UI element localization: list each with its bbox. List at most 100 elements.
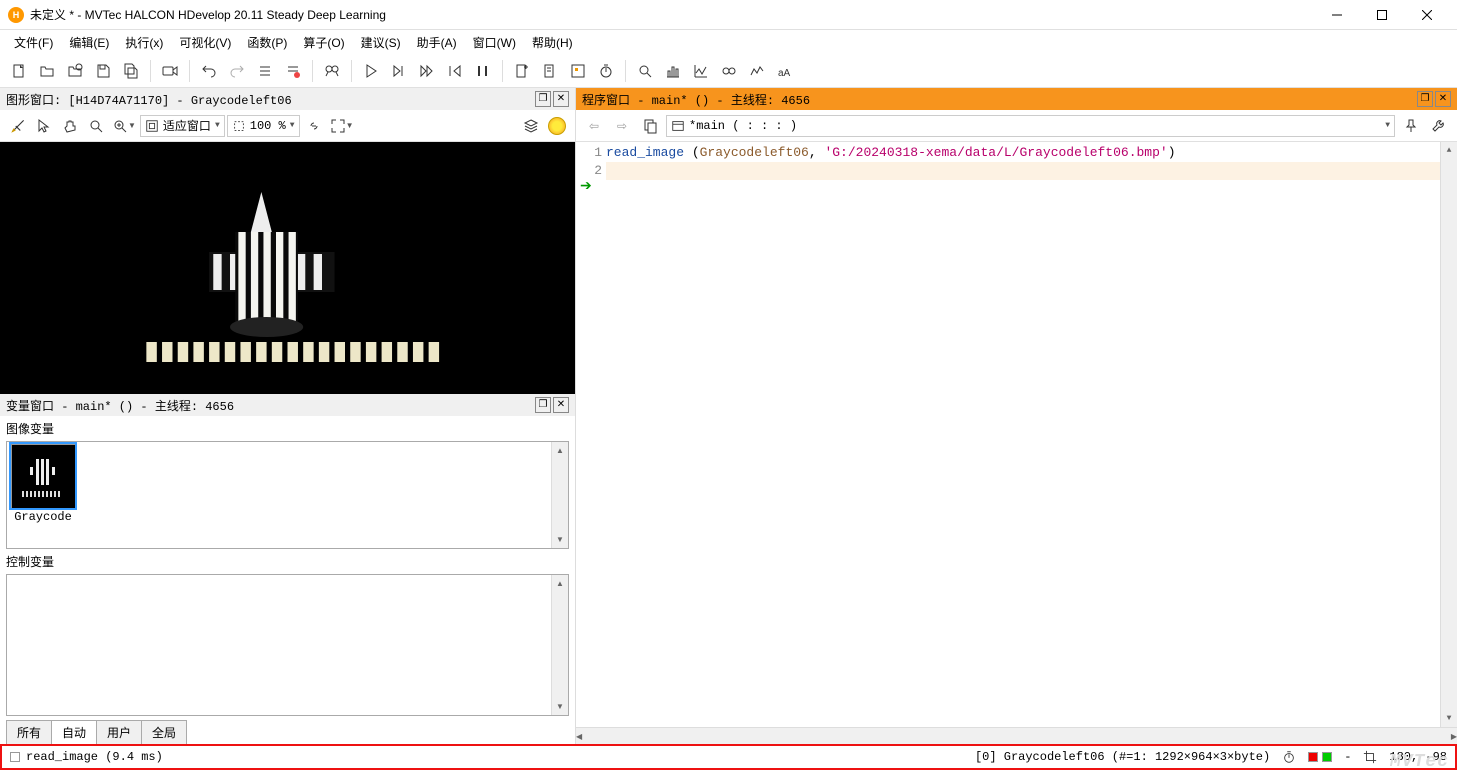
pin-icon[interactable] [1399, 114, 1423, 138]
tab-user[interactable]: 用户 [96, 720, 142, 744]
statusbar: read_image (9.4 ms) [0] Graycodeleft06 (… [0, 744, 1457, 770]
nav-back-icon[interactable]: ⇦ [582, 114, 606, 138]
titlebar: H 未定义 * - MVTec HALCON HDevelop 20.11 St… [0, 0, 1457, 30]
save-icon[interactable] [90, 58, 116, 84]
timer-icon[interactable] [593, 58, 619, 84]
menu-edit[interactable]: 编辑(E) [63, 32, 115, 53]
wrench-icon[interactable] [1427, 114, 1451, 138]
list-check-icon[interactable] [280, 58, 306, 84]
main-area: 图形窗口: [H14D74A71170] - Graycodeleft06 ❐ … [0, 88, 1457, 744]
menu-window[interactable]: 窗口(W) [467, 32, 522, 53]
save-all-icon[interactable] [118, 58, 144, 84]
menu-exec[interactable]: 执行(x) [119, 32, 169, 53]
nav-fwd-icon[interactable]: ⇨ [610, 114, 634, 138]
image-view[interactable] [0, 142, 575, 394]
status-color-icon [1308, 752, 1332, 762]
menu-suggest[interactable]: 建议(S) [355, 32, 407, 53]
line-gutter: 12 [576, 142, 606, 727]
image-vars-box: Graycode ▲▼ [6, 441, 569, 549]
menu-operator[interactable]: 算子(O) [297, 32, 350, 53]
menu-func[interactable]: 函数(P) [241, 32, 293, 53]
program-close-icon[interactable]: ✕ [1435, 91, 1451, 107]
open-icon[interactable] [34, 58, 60, 84]
menu-help[interactable]: 帮助(H) [526, 32, 579, 53]
copy-icon[interactable] [638, 114, 662, 138]
svg-text:aA: aA [778, 68, 791, 79]
code-editor[interactable]: ➔ 12 read_image (Graycodeleft06, 'G:/202… [576, 142, 1457, 727]
ctrl-vars-scrollbar[interactable]: ▲▼ [551, 575, 568, 715]
program-panel-title: 程序窗口 - main* () - 主线程: 4656 ❐ ✕ [576, 88, 1457, 110]
variable-restore-icon[interactable]: ❐ [535, 397, 551, 413]
zoom-tool-icon[interactable] [84, 114, 108, 138]
step-into-icon[interactable] [414, 58, 440, 84]
var-thumb-name: Graycode [9, 510, 77, 524]
pan-icon[interactable] [58, 114, 82, 138]
tab-all[interactable]: 所有 [6, 720, 52, 744]
tab-auto[interactable]: 自动 [51, 720, 97, 744]
tab-global[interactable]: 全局 [141, 720, 187, 744]
text-icon[interactable]: aA [772, 58, 798, 84]
status-image-info: [0] Graycodeleft06 (#=1: 1292×964×3×byte… [975, 750, 1270, 764]
code-scrollbar-v[interactable]: ▲▼ [1440, 142, 1457, 727]
fullscreen-icon[interactable]: ▼ [328, 114, 356, 138]
list-icon[interactable] [252, 58, 278, 84]
image-vars-scrollbar[interactable]: ▲▼ [551, 442, 568, 548]
code-line-2[interactable] [606, 162, 1440, 180]
program-title-text: 程序窗口 - main* () - 主线程: 4656 [582, 91, 1415, 108]
status-exec: read_image (9.4 ms) [26, 750, 163, 764]
layers-icon[interactable] [519, 114, 543, 138]
bulb-icon[interactable] [545, 114, 569, 138]
histogram-icon[interactable] [660, 58, 686, 84]
maximize-button[interactable] [1359, 1, 1404, 29]
menubar: 文件(F) 编辑(E) 执行(x) 可视化(V) 函数(P) 算子(O) 建议(… [0, 30, 1457, 54]
ctrl-vars-label: 控制变量 [0, 549, 575, 574]
code-lines[interactable]: read_image (Graycodeleft06, 'G:/20240318… [606, 142, 1440, 727]
new-proc-icon[interactable] [509, 58, 535, 84]
status-timer-icon [1282, 750, 1296, 764]
pointer-icon[interactable] [32, 114, 56, 138]
record-icon[interactable] [157, 58, 183, 84]
settings-icon[interactable] [565, 58, 591, 84]
link-icon[interactable] [302, 114, 326, 138]
find-icon[interactable] [319, 58, 345, 84]
clear-icon[interactable] [6, 114, 30, 138]
status-crop-icon [1363, 750, 1377, 764]
code-line-1[interactable]: read_image (Graycodeleft06, 'G:/20240318… [606, 144, 1440, 162]
graphics-restore-icon[interactable]: ❐ [535, 91, 551, 107]
run-icon[interactable] [358, 58, 384, 84]
fit-window-select[interactable]: 适应窗口▼ [140, 115, 225, 137]
step-over-icon[interactable] [386, 58, 412, 84]
main-toolbar: aA [0, 54, 1457, 88]
stop-icon[interactable] [470, 58, 496, 84]
new-icon[interactable] [6, 58, 32, 84]
step-out-icon[interactable] [442, 58, 468, 84]
minimize-button[interactable] [1314, 1, 1359, 29]
var-thumb[interactable]: Graycode [7, 442, 79, 526]
close-button[interactable] [1404, 1, 1449, 29]
menu-file[interactable]: 文件(F) [8, 32, 59, 53]
var-thumb-image [11, 444, 75, 508]
zoom-value-select[interactable]: 100 %▼ [227, 115, 300, 137]
procedure-select[interactable]: *main ( : : : ) ▼ [666, 115, 1395, 137]
zoom-icon[interactable] [632, 58, 658, 84]
code-toolbar: ⇦ ⇨ *main ( : : : ) ▼ [576, 110, 1457, 142]
feature-icon[interactable] [716, 58, 742, 84]
proc-icon[interactable] [537, 58, 563, 84]
redo-icon[interactable] [224, 58, 250, 84]
profile-icon[interactable] [688, 58, 714, 84]
open-recent-icon[interactable] [62, 58, 88, 84]
menu-visualize[interactable]: 可视化(V) [173, 32, 237, 53]
program-restore-icon[interactable]: ❐ [1417, 91, 1433, 107]
line-profile-icon[interactable] [744, 58, 770, 84]
variable-close-icon[interactable]: ✕ [553, 397, 569, 413]
zoom-in-icon[interactable]: ▼ [110, 114, 138, 138]
status-dash: - [1344, 750, 1351, 764]
graphics-panel-title: 图形窗口: [H14D74A71170] - Graycodeleft06 ❐ … [0, 88, 575, 110]
app-icon: H [8, 7, 24, 23]
right-column: 程序窗口 - main* () - 主线程: 4656 ❐ ✕ ⇦ ⇨ *mai… [576, 88, 1457, 744]
menu-assistant[interactable]: 助手(A) [411, 32, 463, 53]
undo-icon[interactable] [196, 58, 222, 84]
graphics-close-icon[interactable]: ✕ [553, 91, 569, 107]
code-scrollbar-h[interactable]: ◀▶ [576, 727, 1457, 744]
graphics-toolbar: ▼ 适应窗口▼ 100 %▼ ▼ [0, 110, 575, 142]
